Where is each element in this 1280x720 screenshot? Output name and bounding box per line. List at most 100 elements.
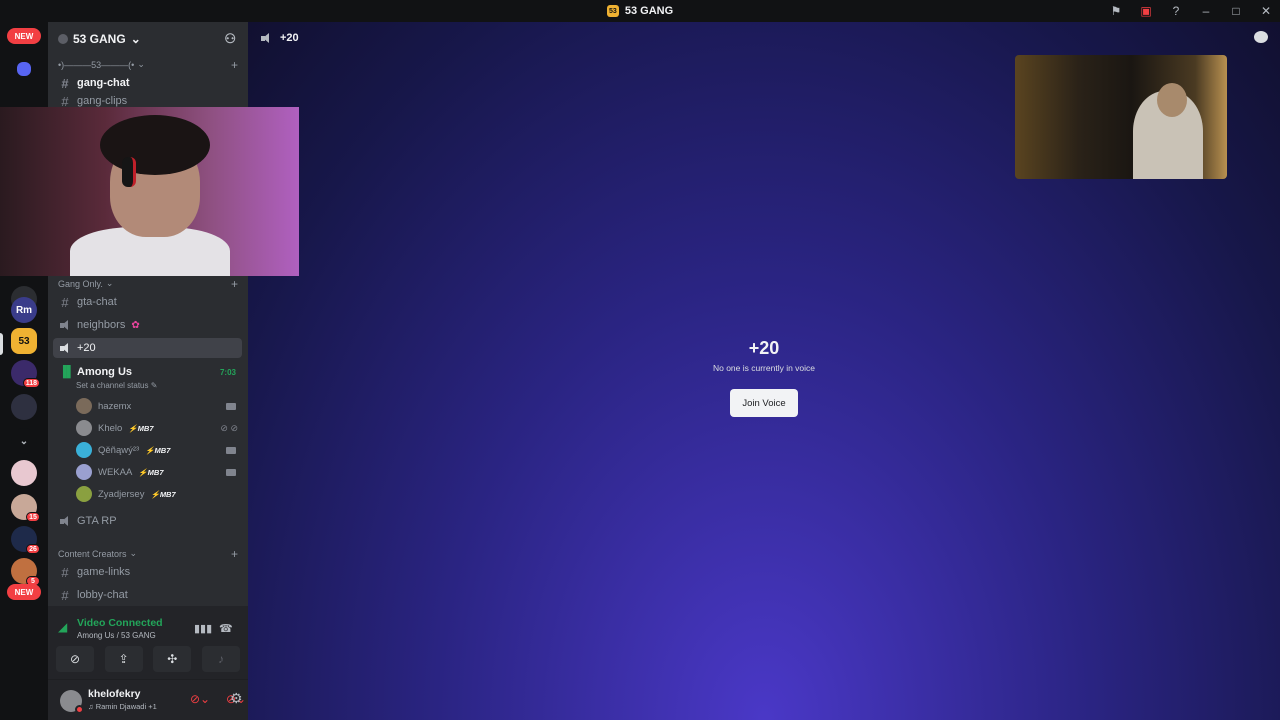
server-mini-icon: 53 xyxy=(606,5,619,17)
disconnect-icon[interactable]: ☎ xyxy=(219,622,233,635)
server-boost-icon xyxy=(58,34,68,44)
channel-plus20[interactable]: +20 xyxy=(53,338,242,358)
webcam-overlay-streamer xyxy=(0,107,299,276)
speaker-icon xyxy=(59,515,71,527)
server-icon-3[interactable]: 118 xyxy=(11,360,40,388)
speaker-icon xyxy=(59,319,71,331)
channel-gta-rp[interactable]: GTA RP xyxy=(53,511,242,531)
channel-gta-chat[interactable]: # gta-chat xyxy=(53,292,242,312)
window-title-text: 53 GANG xyxy=(624,5,674,17)
server-header[interactable]: 53 GANG ⌄ ⚇ xyxy=(48,22,248,56)
voice-status[interactable]: Video Connected xyxy=(77,617,163,629)
hash-icon: # xyxy=(61,294,69,310)
channel-header-title: +20 xyxy=(280,32,299,44)
add-channel-icon[interactable]: + xyxy=(231,58,238,72)
avatar xyxy=(76,486,92,502)
muted-deafened-icon: ⊘ ⊘ xyxy=(220,422,238,433)
username[interactable]: khelofekry xyxy=(88,688,141,700)
avatar xyxy=(76,464,92,480)
voice-empty-state: +20 No one is currently in voice Join Vo… xyxy=(664,338,864,417)
help-icon[interactable]: ? xyxy=(1168,3,1184,19)
channel-game-links[interactable]: # game-links xyxy=(53,562,242,582)
signal-icon[interactable]: ◢ xyxy=(58,620,67,634)
noise-suppression-icon[interactable]: ▮▮▮ xyxy=(194,622,212,635)
server-icon-4[interactable] xyxy=(11,394,37,420)
selected-server-pill xyxy=(0,333,3,355)
close-icon[interactable]: ✕ xyxy=(1258,3,1274,19)
person-hair xyxy=(100,115,210,175)
hash-icon: # xyxy=(61,95,69,107)
maximize-icon[interactable]: □ xyxy=(1228,3,1244,19)
headset-icon xyxy=(122,157,136,187)
channel-gang-clips[interactable]: # gang-clips xyxy=(53,95,242,107)
server-icon-53[interactable]: 53 xyxy=(11,328,37,354)
voice-user[interactable]: Qěñąwý²³ ⚡MB7 xyxy=(76,440,242,460)
category-53[interactable]: •)———53———(• ⌄ + xyxy=(58,58,238,72)
status-indicator xyxy=(75,705,84,714)
user-tag: ⚡MB7 xyxy=(138,467,164,477)
server-name: 53 GANG xyxy=(73,32,126,46)
screen-share-icon[interactable]: ▣ xyxy=(1138,3,1154,19)
user-tag: ⚡MB7 xyxy=(145,445,171,455)
voice-user[interactable]: hazemx xyxy=(76,396,242,416)
add-member-icon[interactable]: ⚇ xyxy=(224,31,236,47)
activities-icon: ✣ xyxy=(167,652,178,666)
minimize-icon[interactable]: – xyxy=(1198,3,1214,19)
server-icon-rm[interactable]: Rm xyxy=(11,297,37,323)
person-head xyxy=(1157,83,1187,117)
category-content-creators[interactable]: Content Creators ⌄ + xyxy=(58,547,238,561)
camera-off-icon: ⊘ xyxy=(69,652,81,666)
channel-among-us[interactable]: ▐▌ Among Us 7:03 xyxy=(53,362,242,382)
add-channel-icon[interactable]: + xyxy=(231,547,238,561)
window-title: 53 53 GANG xyxy=(606,5,674,17)
server-icon-9[interactable]: 5 xyxy=(11,558,40,586)
webcam-overlay-guest xyxy=(1015,55,1227,179)
server-icon-5[interactable]: ⌄ xyxy=(11,428,37,454)
voice-user[interactable]: Khelo ⚡MB7 ⊘ ⊘ xyxy=(76,418,242,438)
join-voice-button[interactable]: Join Voice xyxy=(730,389,798,417)
channel-name: +20 xyxy=(748,338,780,358)
voice-user[interactable]: WEKAA ⚡MB7 xyxy=(76,462,242,482)
gear-icon[interactable]: ⚙ xyxy=(230,690,243,707)
channel-lobby-chat[interactable]: # lobby-chat xyxy=(53,585,242,605)
voice-user[interactable]: Zyadjersey ⚡MB7 xyxy=(76,484,242,504)
mute-mic-icon[interactable]: ⊘⌄ xyxy=(190,692,210,706)
pencil-icon: ✎ xyxy=(150,381,158,390)
voice-timer: 7:03 xyxy=(219,367,236,377)
hash-icon: # xyxy=(61,587,69,603)
screen-share-icon: ⇪ xyxy=(118,652,129,666)
avatar[interactable] xyxy=(60,690,84,714)
server-icon-7[interactable]: 15 xyxy=(11,494,40,522)
add-channel-icon[interactable]: + xyxy=(231,277,238,291)
hash-icon: # xyxy=(61,75,69,91)
user-tag: ⚡MB7 xyxy=(128,423,154,433)
set-channel-status[interactable]: Set a channel status ✎ xyxy=(76,381,157,390)
unread-badge: 15 xyxy=(26,512,40,522)
chat-bubble-icon[interactable] xyxy=(1254,31,1268,43)
server-icon-6[interactable] xyxy=(11,460,37,486)
folder-icon[interactable] xyxy=(17,62,31,76)
avatar xyxy=(76,420,92,436)
channel-neighbors[interactable]: neighbors ✿ xyxy=(53,315,242,335)
inbox-flag-icon[interactable]: ⚑ xyxy=(1108,3,1124,19)
flower-emoji-icon: ✿ xyxy=(131,319,140,331)
new-badge-bottom[interactable]: NEW xyxy=(7,584,41,600)
new-badge-top[interactable]: NEW xyxy=(7,28,41,44)
unread-badge: 26 xyxy=(26,544,40,554)
screen-share-button[interactable]: ⇪ xyxy=(104,646,143,672)
category-gang-only[interactable]: Gang Only. ⌄ + xyxy=(58,277,238,291)
voice-location[interactable]: Among Us / 53 GANG xyxy=(77,631,156,640)
user-activity: ♫ Ramin Djawadi +1 xyxy=(88,702,157,711)
voice-connection-panel: ◢ Video Connected Among Us / 53 GANG ▮▮▮… xyxy=(48,606,248,680)
avatar xyxy=(76,442,92,458)
camera-icon xyxy=(226,468,236,476)
channel-gang-chat[interactable]: # gang-chat xyxy=(53,73,242,93)
speaker-icon xyxy=(260,32,272,44)
server-icon-8[interactable]: 26 xyxy=(11,526,40,554)
camera-icon xyxy=(226,446,236,454)
camera-off-button[interactable]: ⊘ xyxy=(56,646,94,672)
avatar xyxy=(76,398,92,414)
soundboard-button[interactable]: ♪ xyxy=(201,646,240,672)
chevron-down-icon: ⌄ xyxy=(129,548,138,558)
activities-button[interactable]: ✣ xyxy=(153,646,192,672)
